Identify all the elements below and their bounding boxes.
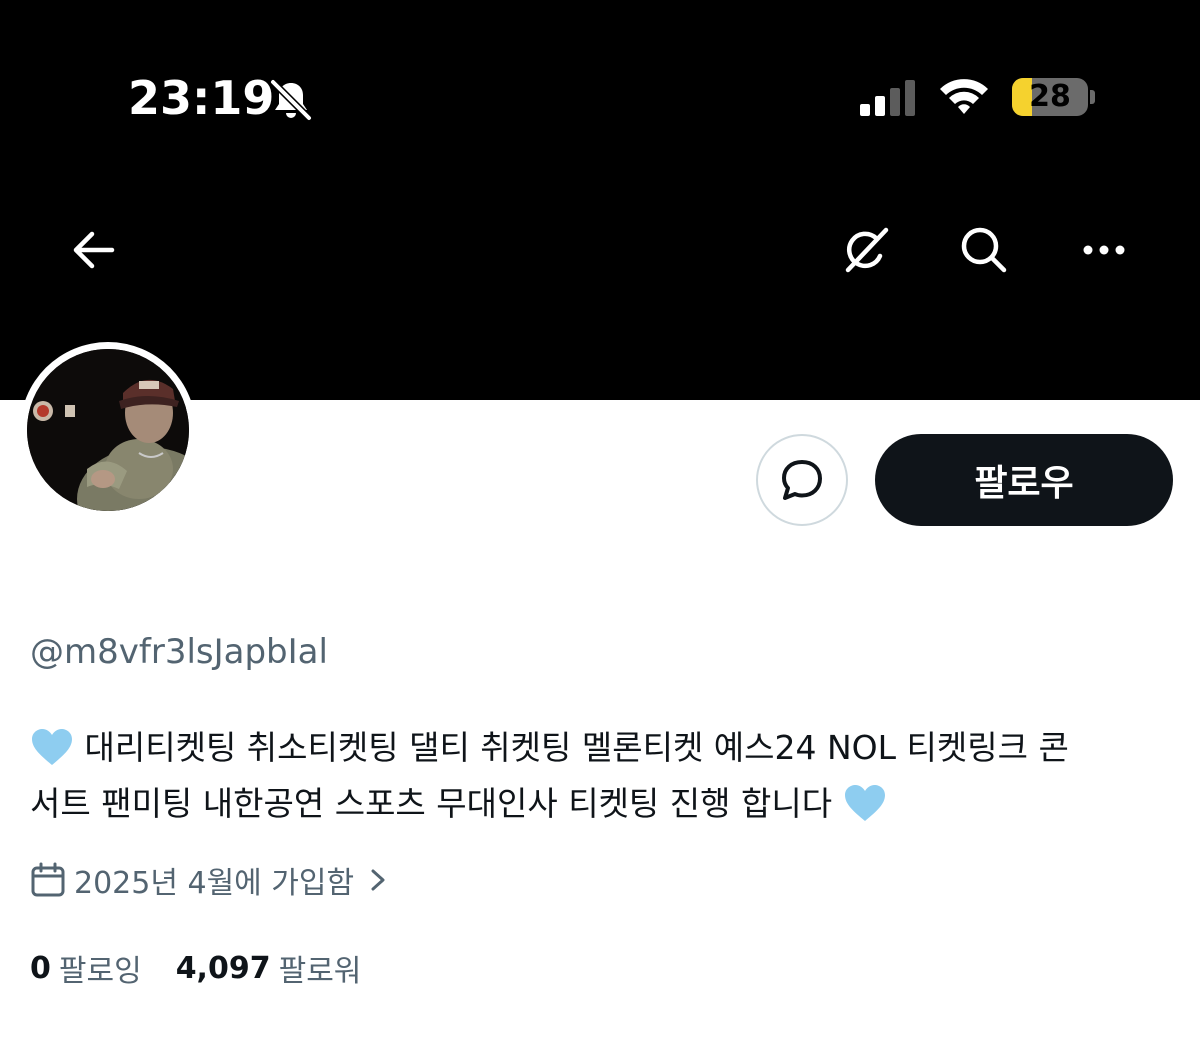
back-arrow-icon (73, 231, 115, 269)
follow-button[interactable]: 팔로우 (875, 434, 1173, 526)
more-icon (1083, 245, 1125, 255)
light-blue-heart-icon (844, 785, 885, 821)
joined-date-row[interactable]: 2025년 4월에 가입함 (30, 858, 390, 902)
profile-banner: 23:19 28 (0, 0, 1200, 400)
profile-bio: 대리티켓팅 취소티켓팅 댈티 취켓팅 멜론티켓 예스24 NOL 티켓링크 콘 … (30, 720, 1170, 832)
followers-label: 팔로워 (278, 954, 362, 989)
message-bubble-icon (782, 460, 822, 500)
search-icon (961, 227, 1007, 273)
search-button[interactable] (954, 220, 1014, 280)
light-blue-heart-icon (32, 729, 72, 765)
battery-percent: 28 (1029, 79, 1071, 114)
profile-page: 23:19 28 팔로우 @m8vfr3lsJapbIal 대리티켓팅 취소티켓… (0, 0, 1200, 1038)
profile-avatar[interactable] (20, 342, 196, 518)
calendar-icon (31, 862, 65, 897)
bio-text-2: 서트 팬미팅 내한공연 스포츠 무대인사 티켓팅 진행 합니다 (30, 784, 833, 823)
following-label: 팔로잉 (58, 954, 142, 989)
following-count: 0 (30, 950, 51, 986)
followers-count: 4,097 (175, 950, 271, 986)
signal-icon (860, 80, 915, 116)
avatar-photo (27, 349, 189, 511)
avatar-image (27, 349, 189, 511)
joined-date-text: 2025년 4월에 가입함 (74, 866, 355, 901)
bio-line-2: 서트 팬미팅 내한공연 스포츠 무대인사 티켓팅 진행 합니다 (30, 776, 1170, 832)
bio-text-1: 대리티켓팅 취소티켓팅 댈티 취켓팅 멜론티켓 예스24 NOL 티켓링크 콘 (84, 728, 1069, 767)
back-button[interactable] (64, 220, 124, 280)
followers-stat[interactable]: 4,097 팔로워 (176, 946, 362, 990)
profile-handle: @m8vfr3lsJapbIal (30, 632, 328, 672)
status-time: 23:19 (128, 71, 275, 125)
grok-button[interactable] (836, 220, 896, 280)
wifi-icon (940, 79, 988, 114)
bell-off-icon (270, 79, 312, 121)
battery-icon: 28 (1012, 78, 1088, 116)
more-button[interactable] (1074, 220, 1134, 280)
following-stat[interactable]: 0 팔로잉 (30, 946, 142, 990)
message-button[interactable] (756, 434, 848, 526)
battery-cap (1090, 90, 1095, 104)
follow-stats: 0 팔로잉 4,097 팔로워 (30, 944, 361, 992)
chevron-right-icon (371, 869, 385, 891)
bio-line-1: 대리티켓팅 취소티켓팅 댈티 취켓팅 멜론티켓 예스24 NOL 티켓링크 콘 (30, 720, 1170, 776)
grok-icon (845, 227, 889, 273)
